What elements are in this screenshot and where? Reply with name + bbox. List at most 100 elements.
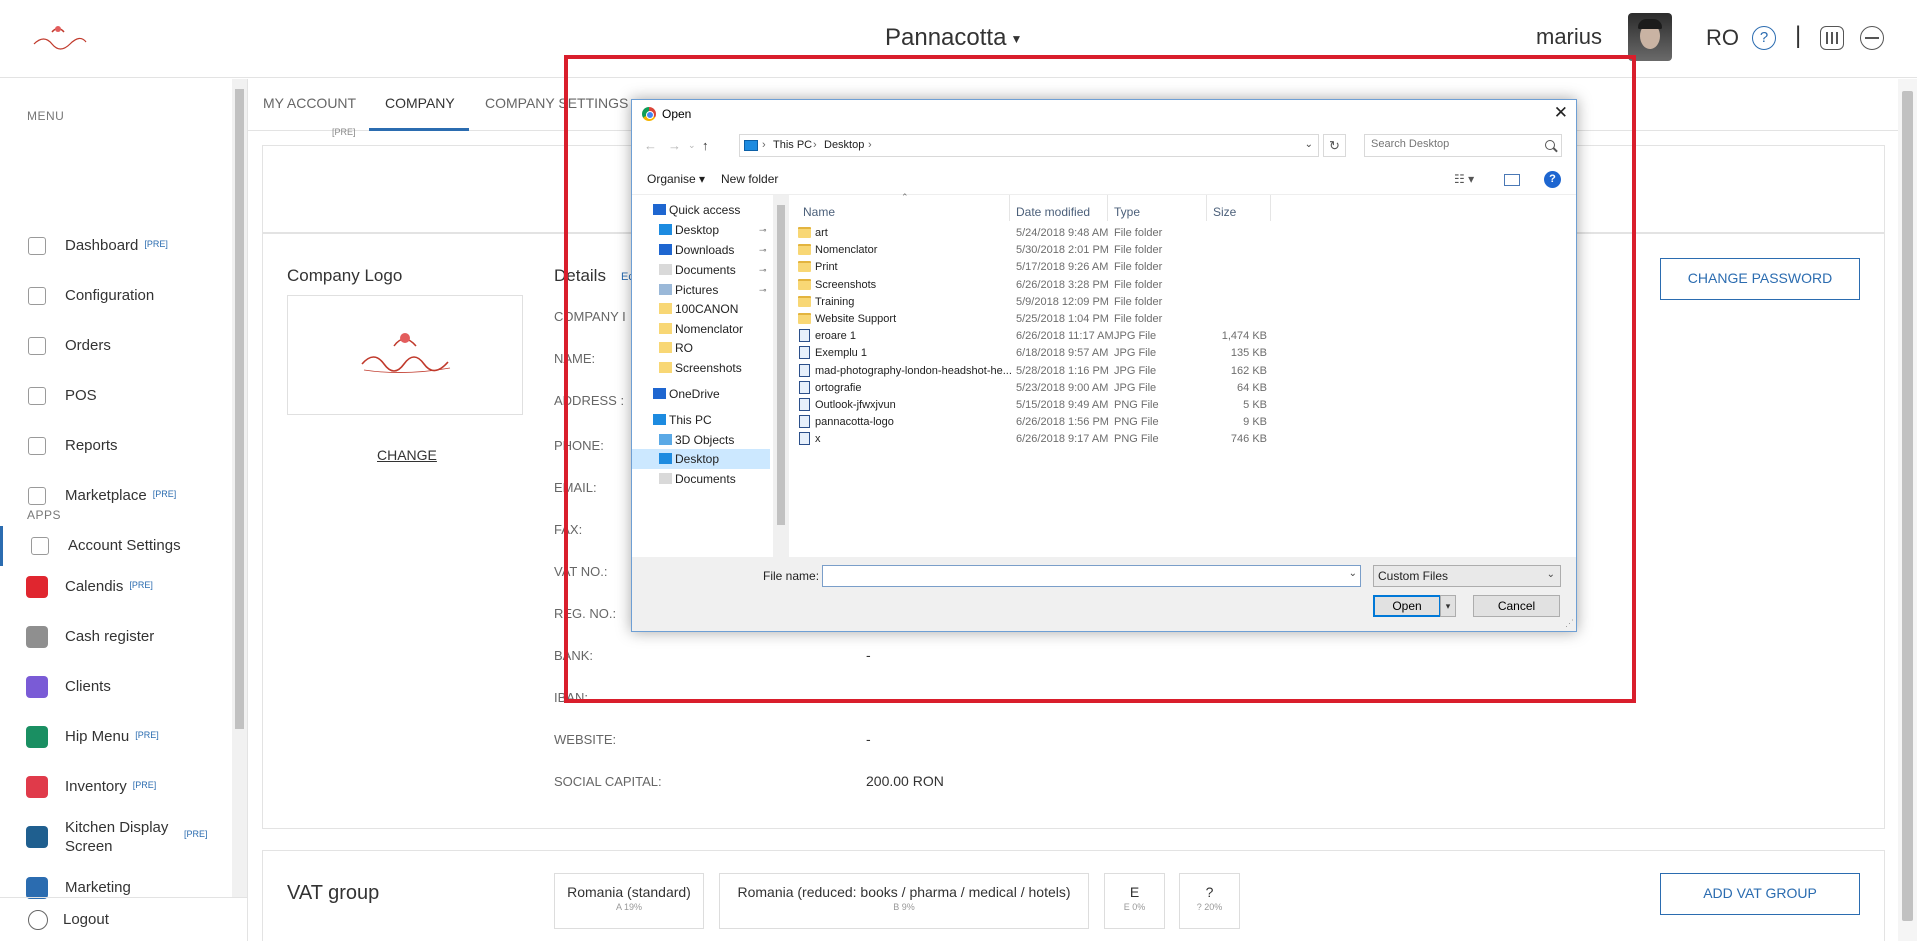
file-type: JPG File [1114, 347, 1157, 360]
file-date: 5/24/2018 9:48 AM [1016, 227, 1109, 239]
refresh-icon[interactable]: ↻ [1323, 134, 1346, 157]
image-file-icon [799, 363, 810, 377]
sidebar-item-configuration[interactable]: Configuration [0, 276, 232, 316]
dialog-toolbar: Organise ▾ New folder ☷ ▾ ? [632, 164, 1576, 195]
recent-chevron-icon[interactable]: ⌄ [688, 140, 696, 151]
nav-item-quick-access[interactable]: Quick access [669, 203, 740, 217]
view-options-icon[interactable]: ☷ ▾ [1454, 172, 1474, 186]
file-name: ortografie [815, 381, 862, 394]
menu-section-title: MENU [27, 109, 65, 123]
organise-button[interactable]: Organise ▾ [647, 172, 705, 186]
column-date-modified[interactable]: Date modified [1016, 205, 1090, 219]
pc-icon [653, 414, 666, 425]
nav-item-screenshots[interactable]: Screenshots [675, 361, 742, 375]
sidebar-scrollbar[interactable] [232, 79, 247, 897]
main-scrollbar[interactable] [1898, 79, 1917, 941]
search-box[interactable] [1364, 134, 1562, 157]
file-name: Screenshots [815, 278, 877, 291]
tab-my-account[interactable]: MY ACCOUNT [263, 95, 356, 111]
file-row[interactable]: x 6/26/2018 9:17 AM PNG File 746 KB [789, 429, 1576, 450]
venue-selector[interactable]: Pannacotta ▼ [885, 24, 1022, 52]
vat-group-chip[interactable]: ? ? 20% [1179, 873, 1240, 929]
nav-item-documents[interactable]: Documents [675, 472, 736, 486]
forward-arrow-icon[interactable]: → [668, 138, 681, 153]
preview-pane-icon[interactable] [1504, 174, 1520, 186]
field-label-fax: FAX: [554, 522, 583, 537]
app-root: { "header": { "venue": "Pannacotta", "us… [0, 0, 1917, 941]
file-type: PNG File [1114, 399, 1159, 411]
chevron-down-icon[interactable]: ⌄ [1305, 139, 1313, 150]
sidebar-app-clients[interactable]: Clients [0, 667, 232, 707]
sidebar-item-dashboard[interactable]: Dashboard [PRE] [0, 226, 232, 266]
expand-icon[interactable] [1860, 26, 1884, 50]
nav-item-ro[interactable]: RO [675, 341, 693, 355]
field-label-website: WEBSITE: [554, 732, 617, 747]
file-name-field[interactable]: ⌄ [822, 565, 1361, 587]
sidebar-app-calendis[interactable]: Calendis [PRE] [0, 567, 232, 607]
file-date: 6/26/2018 9:17 AM [1016, 433, 1109, 446]
vat-group-chip[interactable]: E E 0% [1104, 873, 1165, 929]
header-separator: | [1795, 22, 1802, 49]
avatar[interactable] [1628, 13, 1672, 61]
sidebar-item-orders[interactable]: Orders [0, 326, 232, 366]
back-arrow-icon[interactable]: ← [644, 138, 657, 153]
resize-grip-icon[interactable]: ⋰ [1565, 618, 1574, 629]
sidebar-item-account-settings[interactable]: Account Settings [0, 526, 232, 566]
change-password-button[interactable]: CHANGE PASSWORD [1660, 258, 1860, 300]
sidebar-app-kitchen-display-screen[interactable]: Kitchen Display Screen [PRE] [0, 817, 232, 857]
change-logo-link[interactable]: CHANGE [377, 447, 437, 463]
nav-item-100canon[interactable]: 100CANON [675, 302, 738, 316]
help-icon[interactable]: ? [1544, 171, 1561, 188]
pre-badge: [PRE] [135, 730, 159, 740]
column-type[interactable]: Type [1114, 205, 1140, 219]
column-name[interactable]: Name [803, 205, 835, 219]
folder-icon [798, 278, 811, 290]
barcode-icon[interactable] [1820, 26, 1844, 50]
nav-item-desktop[interactable]: Desktop [675, 223, 719, 237]
logout-button[interactable]: Logout [0, 897, 247, 941]
nav-item-documents[interactable]: Documents [675, 263, 736, 277]
brand-logo[interactable] [28, 24, 90, 52]
close-icon[interactable]: ✕ [1554, 103, 1568, 123]
details-title: Details [554, 266, 606, 285]
nav-item-pictures[interactable]: Pictures [675, 283, 718, 297]
address-bar[interactable]: › This PC › Desktop › ⌄ [739, 134, 1319, 157]
vat-group-chip[interactable]: Romania (reduced: books / pharma / medic… [719, 873, 1089, 929]
nav-item-nomenclator[interactable]: Nomenclator [675, 322, 743, 336]
company-logo-box [287, 295, 523, 415]
chevron-down-icon[interactable]: ⌄ [1349, 568, 1357, 579]
nav-item-onedrive[interactable]: OneDrive [669, 387, 720, 401]
file-name-input[interactable] [827, 568, 1337, 584]
breadcrumb-desktop[interactable]: Desktop [824, 139, 864, 151]
new-folder-button[interactable]: New folder [721, 172, 778, 186]
cancel-button[interactable]: Cancel [1473, 595, 1560, 617]
sidebar-item-reports[interactable]: Reports [0, 426, 232, 466]
bar-chart-icon [28, 237, 46, 255]
help-icon[interactable]: ? [1752, 26, 1776, 50]
breadcrumb-separator-icon: › [762, 139, 766, 151]
sidebar-app-hip-menu[interactable]: Hip Menu [PRE] [0, 717, 232, 757]
vat-group-chip[interactable]: Romania (standard) A 19% [554, 873, 704, 929]
sidebar-item-label: Dashboard [PRE] [65, 237, 168, 254]
image-file-icon [799, 346, 810, 360]
column-size[interactable]: Size [1213, 205, 1236, 219]
open-split-arrow-icon[interactable]: ▾ [1440, 595, 1456, 617]
open-button[interactable]: Open [1373, 595, 1441, 617]
language-selector[interactable]: RO [1706, 25, 1739, 51]
add-vat-group-button[interactable]: ADD VAT GROUP [1660, 873, 1860, 915]
sidebar-app-inventory[interactable]: Inventory [PRE] [0, 767, 232, 807]
tab-company[interactable]: COMPANY [385, 95, 455, 111]
breadcrumb-this-pc[interactable]: This PC [773, 139, 812, 151]
username[interactable]: marius [1536, 24, 1602, 50]
tab-company-settings[interactable]: COMPANY SETTINGS [485, 95, 628, 111]
nav-item-desktop[interactable]: Desktop [675, 452, 719, 466]
navigation-scrollbar[interactable] [773, 195, 789, 557]
up-arrow-icon[interactable]: ↑ [702, 138, 709, 153]
nav-item-this-pc[interactable]: This PC [669, 413, 712, 427]
nav-item-downloads[interactable]: Downloads [675, 243, 734, 257]
search-input[interactable] [1371, 138, 1531, 150]
file-type-select[interactable]: Custom Files ⌄ [1373, 565, 1561, 587]
sidebar-app-cash-register[interactable]: Cash register [0, 617, 232, 657]
nav-item-3d-objects[interactable]: 3D Objects [675, 433, 734, 447]
sidebar-item-pos[interactable]: POS [0, 376, 232, 416]
